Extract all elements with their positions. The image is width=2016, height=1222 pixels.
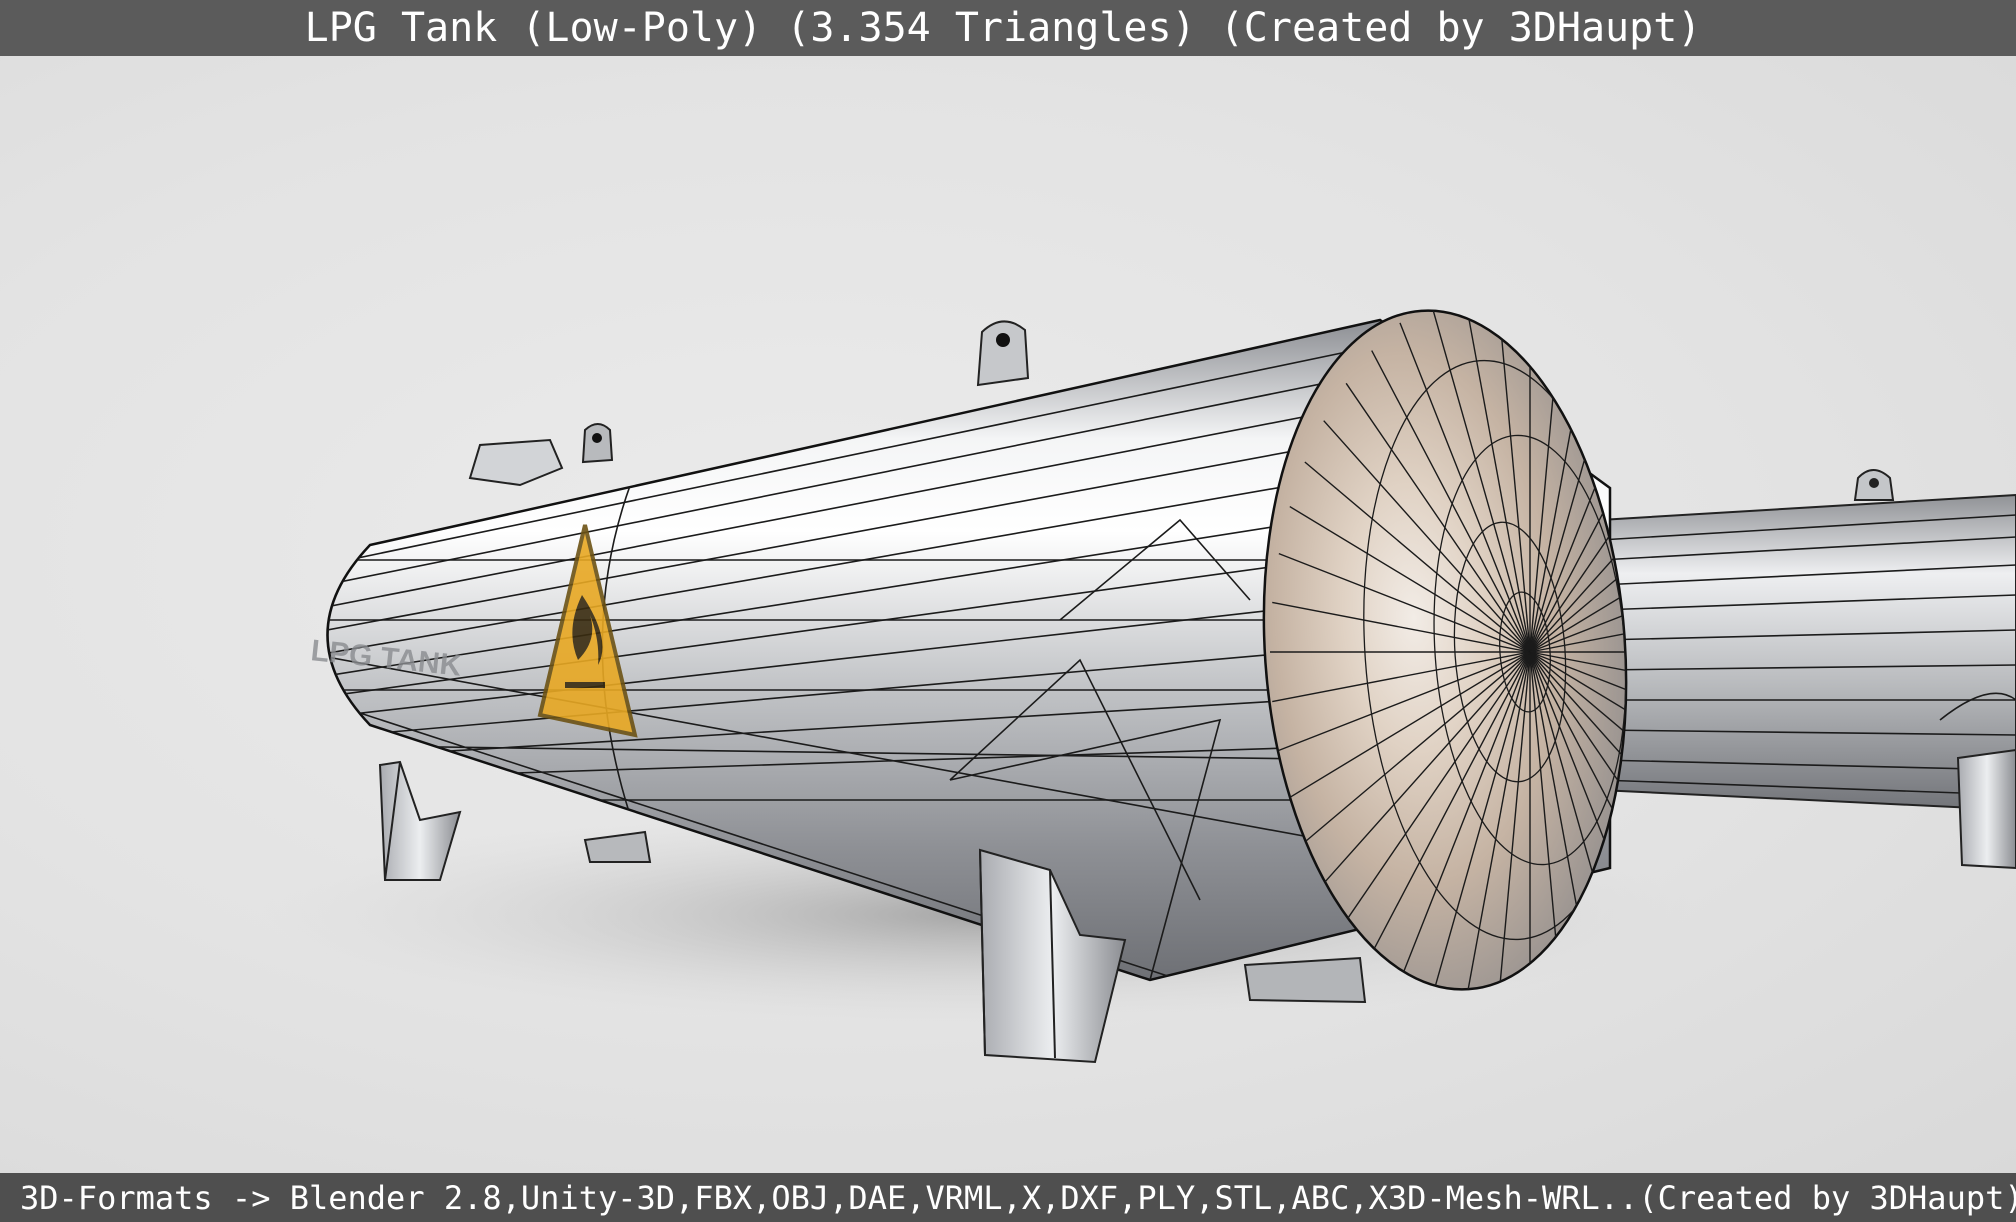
title-bar: LPG Tank (Low-Poly) (3.354 Triangles) (C… [0,0,2016,56]
formats-text: 3D-Formats -> Blender 2.8,Unity-3D,FBX,O… [20,1178,2016,1217]
tank-render: LPG TANK [260,298,2016,1064]
title-text: LPG Tank (Low-Poly) (3.354 Triangles) (C… [304,5,1702,51]
formats-footer: 3D-Formats -> Blender 2.8,Unity-3D,FBX,O… [0,1173,2016,1222]
second-tank [1599,469,2016,870]
render-viewport: LPG TANK [0,56,2016,1173]
